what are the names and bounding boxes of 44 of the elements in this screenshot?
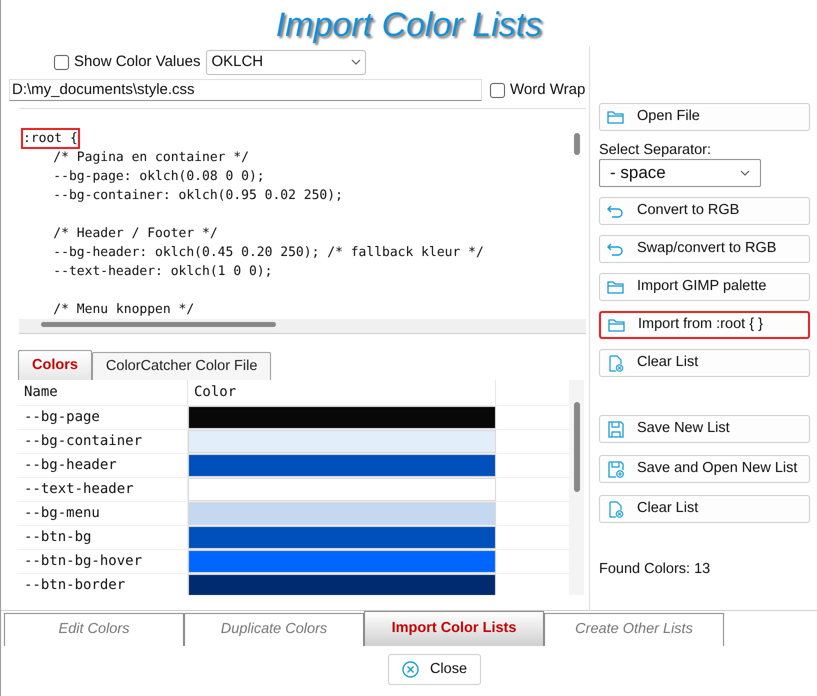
tab[interactable]: Import Color Lists — [364, 611, 544, 646]
word-wrap-checkbox[interactable]: Word Wrap — [490, 78, 586, 102]
button[interactable]: Save and Open New List — [599, 455, 810, 483]
tab[interactable]: Colors — [18, 350, 92, 380]
button[interactable]: Convert to RGB — [599, 197, 810, 225]
format-dropdown[interactable]: OKLCH — [206, 50, 366, 74]
button[interactable]: Import GIMP palette — [599, 273, 810, 301]
show-color-values-checkbox[interactable]: Show Color Values — [54, 50, 200, 74]
close-button[interactable]: Close — [388, 654, 480, 685]
checkbox[interactable] — [54, 54, 69, 70]
button[interactable]: Clear List — [599, 495, 810, 523]
vertical-scrollbar-thumb[interactable] — [574, 402, 580, 492]
close-icon — [400, 660, 420, 679]
chevron-down-icon — [351, 59, 362, 65]
button[interactable]: Clear List — [599, 349, 810, 377]
button[interactable]: Swap/convert to RGB — [599, 235, 810, 263]
code-line: --bg-page: oklch(0.08 0 0); — [52, 168, 265, 186]
separator-label: Select Separator: — [599, 141, 712, 158]
button[interactable]: Open File — [599, 103, 810, 131]
button[interactable]: Import from :root { } — [599, 311, 810, 339]
separator-dropdown[interactable]: - space — [599, 159, 761, 187]
floppy-disk-plus-icon — [606, 460, 625, 478]
code-editor[interactable] — [19, 108, 586, 333]
code-line: /* Header / Footer */ — [52, 225, 218, 243]
vertical-scrollbar-thumb[interactable] — [574, 133, 580, 155]
code-line: :root { — [22, 129, 79, 148]
code-line: /* Pagina en container */ — [52, 149, 249, 167]
column-header[interactable]: Color — [188, 380, 496, 405]
tab[interactable]: Create Other Lists — [544, 613, 724, 646]
file-path-field[interactable]: D:\my_documents\style.css — [9, 79, 482, 101]
tab[interactable]: Edit Colors — [4, 613, 184, 646]
tab[interactable]: ColorCatcher Color File — [92, 352, 272, 380]
code-line: --text-header: oklch(1 0 0); — [52, 263, 272, 281]
code-line: /* Menu knoppen */ — [52, 301, 194, 319]
window-title: Import Color Lists — [276, 5, 542, 42]
tab[interactable]: Duplicate Colors — [184, 613, 364, 646]
chevron-down-icon — [740, 170, 750, 176]
code-line: --bg-header: oklch(0.45 0.20 250); /* fallback kleur */ — [52, 244, 484, 262]
code-line: --bg-container: oklch(0.95 0.02 250); — [52, 187, 343, 205]
button[interactable]: Save New List — [599, 415, 810, 443]
column-header[interactable]: Name — [18, 380, 188, 405]
found-colors-count: Found Colors: 13 — [599, 560, 712, 579]
checkbox[interactable] — [490, 82, 505, 98]
horizontal-scrollbar-thumb[interactable] — [41, 322, 276, 327]
